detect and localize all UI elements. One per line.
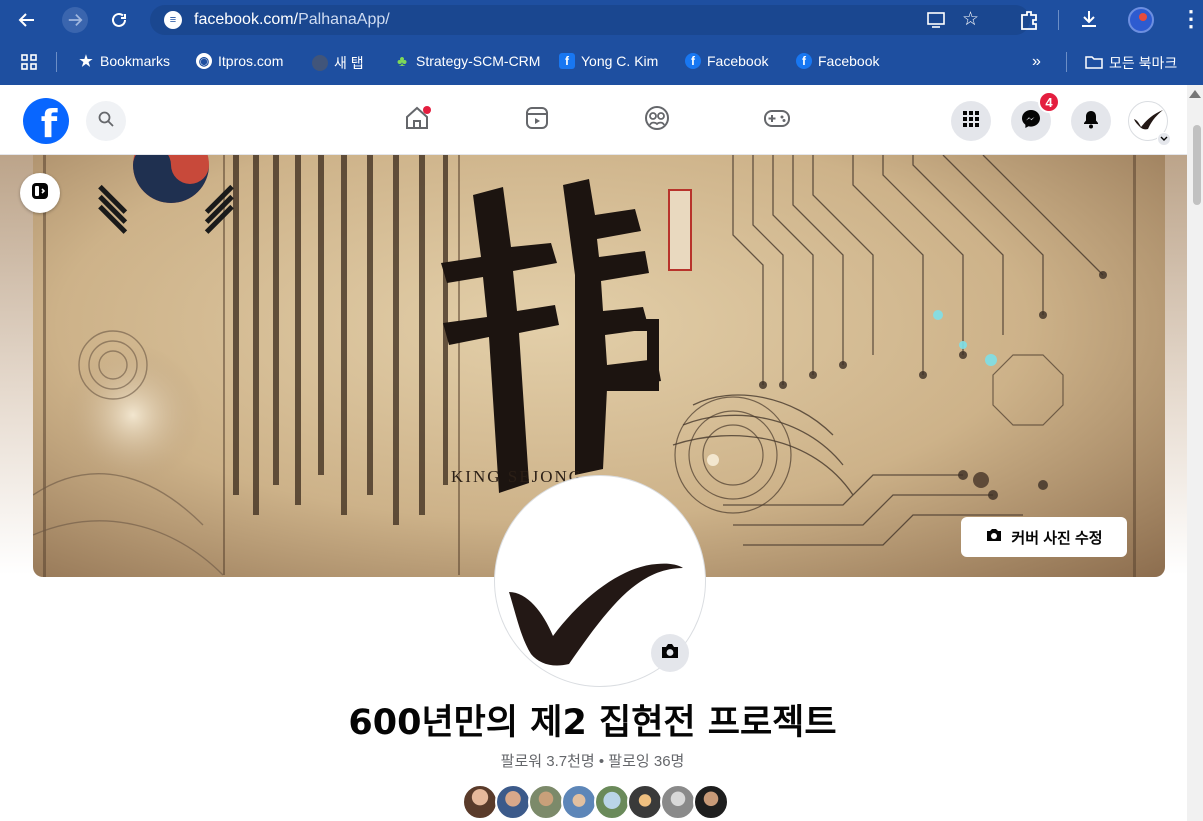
search-button[interactable] [86,101,126,141]
follower-avatar[interactable] [594,784,630,820]
account-chevron-down-icon[interactable] [1157,132,1171,146]
extensions-icon[interactable] [1018,9,1040,36]
all-bookmarks-label: 모든 북마크 [1109,55,1178,71]
page-title: 600년만의 제2 집현전 프로젝트 [348,703,837,743]
url-text[interactable]: facebook.com/PalhanaApp/ [194,11,390,29]
bookmark-bookmarks[interactable]: ★ Bookmarks [78,53,171,70]
bookmarks-bar: ★ Bookmarks ◉ Itpros.com 새 탭 ♣ Strategy-… [0,40,1203,85]
download-icon[interactable] [1078,8,1100,35]
follower-avatar[interactable] [561,784,597,820]
bookmark-strategy[interactable]: ♣ Strategy-SCM-CRM [394,52,541,70]
site-info-icon[interactable]: ≡ [164,11,182,29]
scroll-up-arrow-icon[interactable] [1189,90,1201,98]
tab-icon [312,55,328,71]
toolbar-divider [1058,10,1059,30]
facebook-header: f [0,85,1203,155]
follower-avatar[interactable] [462,784,498,820]
bookmark-label: Facebook [818,53,880,69]
scrollbar-thumb[interactable] [1193,125,1201,205]
follower-avatar[interactable] [660,784,696,820]
bookmark-label: Itpros.com [218,53,284,69]
panel-icon [30,181,50,206]
follow-stats: 팔로워 3.7천명 • 팔로잉 36명 [0,750,1185,771]
bookmark-facebook-2[interactable]: f Facebook [796,53,879,69]
bookmark-facebook-1[interactable]: f Facebook [685,53,768,69]
bookmark-label: 새 탭 [334,55,364,71]
edit-cover-photo-button[interactable]: 커버 사진 수정 [961,517,1127,557]
follower-avatar[interactable] [495,784,531,820]
address-bar[interactable]: ≡ facebook.com/PalhanaApp/ ☆ [150,5,1030,35]
overflow-label: » [1032,53,1041,70]
messenger-badge: 4 [1038,91,1060,113]
reload-icon[interactable] [106,7,132,33]
home-tab[interactable] [402,105,432,135]
browser-toolbar: ≡ facebook.com/PalhanaApp/ ☆ ⋮ [0,0,1203,40]
follower-avatar[interactable] [528,784,564,820]
bookmark-label: Yong C. Kim [581,53,659,69]
bell-icon [1081,109,1101,134]
following-link[interactable]: 팔로잉 36명 [608,753,684,770]
bookmark-new-tab[interactable]: 새 탭 [312,53,364,73]
home-icon [403,104,431,137]
messenger-icon [1020,108,1042,135]
bookmark-star-icon[interactable]: ☆ [962,8,979,31]
follower-avatar[interactable] [693,784,729,820]
bookmarks-divider [56,52,57,72]
groups-tab[interactable] [642,105,672,135]
bookmarks-overflow-button[interactable]: » [1032,53,1041,71]
menu-button[interactable] [951,101,991,141]
video-tab[interactable] [522,105,552,135]
camera-icon [985,527,1003,547]
sidebar-toggle-button[interactable] [20,173,60,213]
edit-cover-label: 커버 사진 수정 [1011,529,1103,547]
back-icon[interactable] [14,7,40,33]
folder-icon [1085,54,1103,73]
video-icon [523,104,551,137]
follower-avatar[interactable] [627,784,663,820]
groups-icon [643,104,671,137]
gaming-icon [762,104,792,137]
bookmark-label: Facebook [707,53,769,69]
facebook-icon: f [559,53,575,69]
bookmarks-divider [1066,52,1067,72]
leaf-icon: ♣ [397,52,407,70]
notifications-button[interactable] [1071,101,1111,141]
all-bookmarks-button[interactable]: 모든 북마크 [1085,53,1177,73]
stats-separator: • [594,753,609,770]
gaming-tab[interactable] [762,105,792,135]
facebook-icon: f [685,53,701,69]
bookmark-label: Strategy-SCM-CRM [416,53,541,69]
bookmark-yong-c-kim[interactable]: f Yong C. Kim [559,53,658,69]
bookmark-label: Bookmarks [100,53,171,69]
more-menu-icon[interactable]: ⋮ [1180,6,1202,32]
apps-grid-icon[interactable] [20,53,38,74]
star-icon: ★ [79,53,93,70]
globe-icon: ◉ [196,53,212,69]
checkmark-brush-icon [1131,107,1165,136]
update-profile-picture-button[interactable] [651,634,689,672]
menu-grid-icon [961,109,981,134]
facebook-logo-icon[interactable]: f [23,98,69,144]
camera-icon [660,642,680,665]
install-app-icon[interactable] [926,10,946,35]
profile-avatar-icon[interactable] [1128,7,1154,33]
forward-icon[interactable] [62,7,88,33]
facebook-icon: f [796,53,812,69]
search-icon [97,110,115,133]
followers-link[interactable]: 팔로워 3.7천명 [501,753,595,770]
bookmark-itpros[interactable]: ◉ Itpros.com [196,53,283,69]
